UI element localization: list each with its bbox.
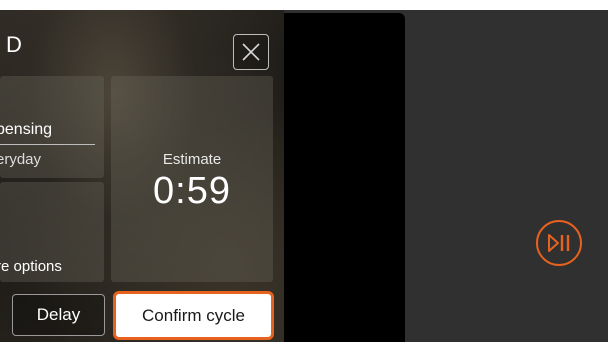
delay-button[interactable]: Delay: [12, 294, 105, 336]
divider: [0, 144, 95, 145]
screen: D pensing eryday re options Estimate 0:5…: [0, 0, 608, 342]
close-button[interactable]: [233, 34, 269, 70]
cycle-setup-panel: D pensing eryday re options Estimate 0:5…: [0, 10, 284, 342]
play-pause-icon: [548, 234, 570, 252]
more-options-label: re options: [0, 258, 62, 275]
device-display: D pensing eryday re options Estimate 0:5…: [0, 10, 608, 342]
dispensing-label: pensing: [0, 121, 53, 138]
black-panel: [284, 13, 405, 342]
dispensing-value: eryday: [0, 151, 42, 168]
estimate-tile: Estimate 0:59: [111, 76, 273, 282]
estimate-label: Estimate: [162, 151, 222, 168]
close-icon: [242, 43, 260, 61]
confirm-cycle-button[interactable]: Confirm cycle: [113, 291, 274, 340]
dispensing-tile[interactable]: pensing eryday: [0, 76, 104, 178]
play-pause-button[interactable]: [536, 220, 582, 266]
estimate-time: 0:59: [153, 170, 231, 212]
panel-title: D: [6, 32, 23, 57]
more-options-tile[interactable]: re options: [0, 182, 104, 282]
